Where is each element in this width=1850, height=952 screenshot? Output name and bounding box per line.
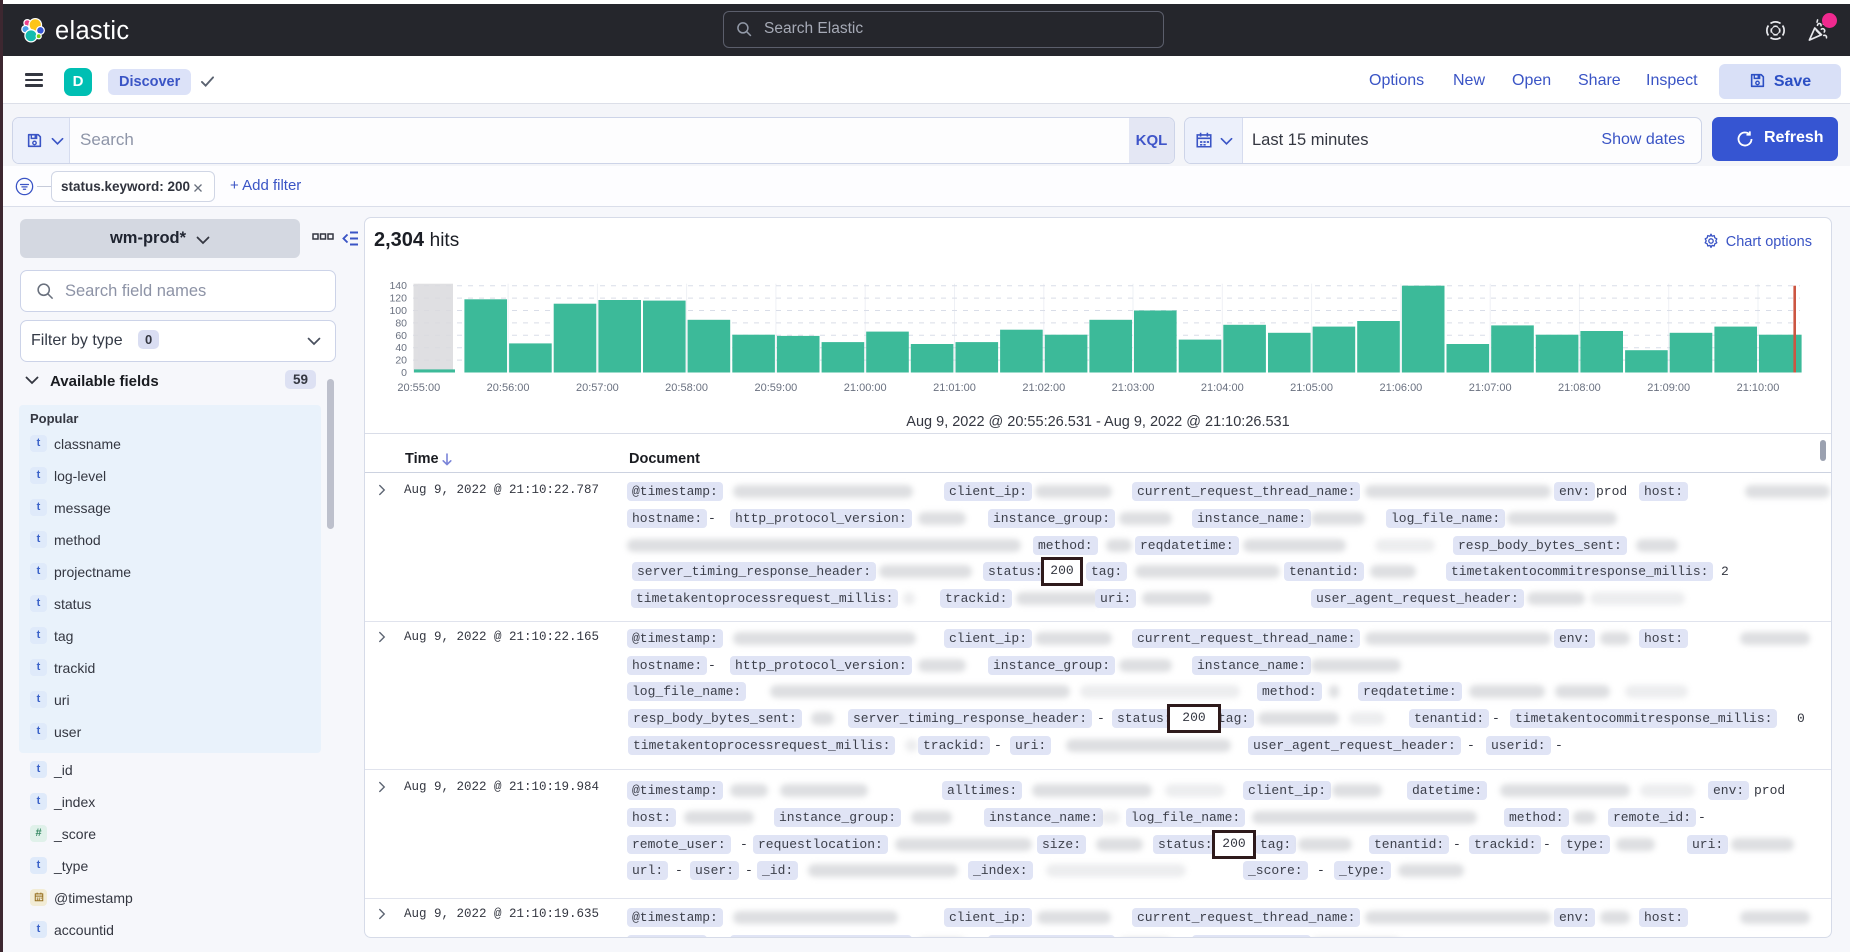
svg-text:20: 20 — [395, 355, 407, 367]
svg-text:21:06:00: 21:06:00 — [1379, 382, 1422, 394]
svg-text:20:59:00: 20:59:00 — [754, 382, 797, 394]
svg-text:21:02:00: 21:02:00 — [1022, 382, 1065, 394]
svg-text:100: 100 — [389, 305, 407, 317]
svg-text:20:57:00: 20:57:00 — [576, 382, 619, 394]
svg-text:60: 60 — [395, 330, 407, 342]
svg-text:21:01:00: 21:01:00 — [933, 382, 976, 394]
svg-text:0: 0 — [401, 367, 407, 379]
svg-text:40: 40 — [395, 342, 407, 354]
svg-text:21:05:00: 21:05:00 — [1290, 382, 1333, 394]
svg-text:120: 120 — [389, 293, 407, 305]
svg-text:21:08:00: 21:08:00 — [1558, 382, 1601, 394]
svg-text:21:03:00: 21:03:00 — [1112, 382, 1155, 394]
svg-text:21:04:00: 21:04:00 — [1201, 382, 1244, 394]
svg-text:21:10:00: 21:10:00 — [1737, 382, 1780, 394]
svg-text:80: 80 — [395, 317, 407, 329]
svg-text:21:07:00: 21:07:00 — [1469, 382, 1512, 394]
svg-text:20:55:00: 20:55:00 — [397, 382, 440, 394]
svg-text:140: 140 — [389, 280, 407, 292]
svg-text:21:09:00: 21:09:00 — [1647, 382, 1690, 394]
svg-text:21:00:00: 21:00:00 — [844, 382, 887, 394]
svg-text:20:58:00: 20:58:00 — [665, 382, 708, 394]
svg-text:20:56:00: 20:56:00 — [487, 382, 530, 394]
